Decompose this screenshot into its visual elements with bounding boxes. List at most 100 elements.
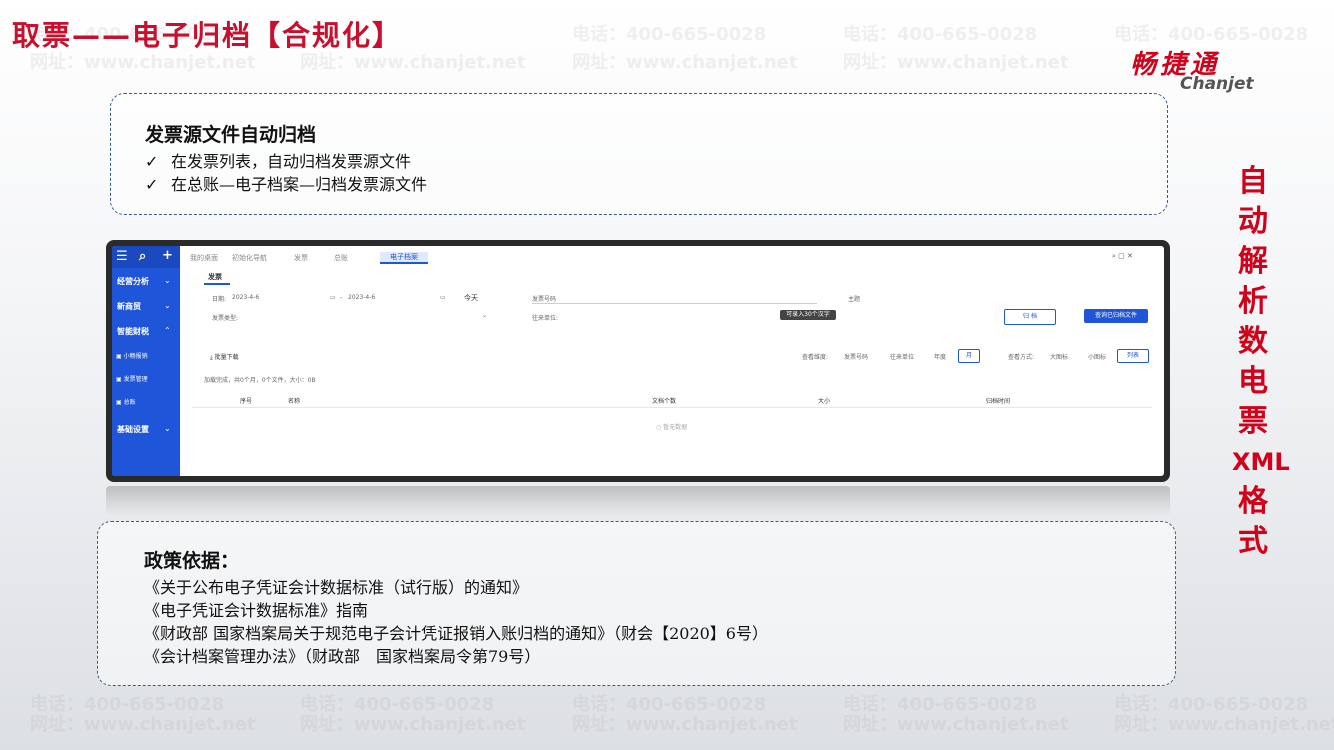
chevron-up-icon: ⌃ xyxy=(164,326,171,335)
watermark-phone: 电话：400-665-0028 xyxy=(30,694,225,715)
view-dim-label: 查看维度: xyxy=(802,354,829,361)
batch-download-button[interactable]: ⤓ 批量下载 xyxy=(210,352,239,362)
view-dim-month[interactable]: 月 xyxy=(958,349,980,363)
policy-line: 《电子凭证会计数据标准》指南 xyxy=(144,601,369,620)
chevron-down-icon: ⌄ xyxy=(164,301,171,310)
vertical-label: 自 动 解 析 数 电 票 XML 格 式 xyxy=(1232,162,1290,562)
view-dim-partner[interactable]: 往来单位 xyxy=(890,352,914,361)
sidebar-item-invoice[interactable]: ▣ 发票管理 xyxy=(116,374,148,383)
policy-basis-box: 政策依据： 《关于公布电子凭证会计数据标准（试行版）的通知》 《电子凭证会计数据… xyxy=(97,521,1176,686)
watermark-phone: 电话：400-665-0028 xyxy=(572,694,767,715)
sidebar-group-finance[interactable]: 智能财税 xyxy=(117,326,149,337)
menu-icon[interactable]: ☰ xyxy=(116,249,128,264)
check-icon: ✓ xyxy=(145,175,159,194)
date-separator: - xyxy=(340,294,343,301)
watermark-site: 网址：www.chanjet.net xyxy=(30,714,256,735)
col-name[interactable]: 名称 xyxy=(288,396,300,405)
watermark-phone: 电话：400-665-0028 xyxy=(1114,694,1309,715)
sidebar-top: ☰ ⌕ + xyxy=(112,246,180,268)
add-icon[interactable]: + xyxy=(162,248,173,263)
tab-e-archive[interactable]: 电子档案 xyxy=(380,252,428,264)
vertical-char: 票 xyxy=(1238,404,1268,439)
watermark-site: 网址：www.chanjet.net xyxy=(572,714,798,735)
sidebar-item-expense[interactable]: ▣ 小畅报销 xyxy=(116,351,148,360)
invoice-type-label: 发票类型: xyxy=(212,315,239,322)
vertical-char: 析 xyxy=(1238,284,1268,319)
tooltip: 可录入30个汉字 xyxy=(780,310,836,320)
view-archived-button[interactable]: 查询已归档文件 xyxy=(1084,309,1148,323)
box2-title: 政策依据： xyxy=(144,550,240,572)
window-controls[interactable]: ⌕ ▢ ✕ xyxy=(1112,252,1133,261)
box1-item: ✓ 在总账—电子档案—归档发票源文件 xyxy=(145,175,428,194)
box1-title: 发票源文件自动归档 xyxy=(145,124,317,146)
subtab-invoice[interactable]: 发票 xyxy=(208,272,222,282)
vertical-char: 动 xyxy=(1238,204,1268,239)
load-status: 加载完成，共0个月，0个文件，大小：0B xyxy=(204,377,316,384)
watermark-site: 网址：www.chanjet.net xyxy=(1114,714,1334,735)
vertical-char: 电 xyxy=(1238,364,1268,399)
col-archive-time[interactable]: 归档时间 xyxy=(986,396,1010,405)
watermark-phone: 电话：400-665-0028 xyxy=(572,24,767,45)
watermark-phone: 电话：400-665-0028 xyxy=(1114,24,1309,45)
chevron-down-icon: ⌄ xyxy=(164,424,171,433)
vertical-char: XML xyxy=(1232,448,1290,476)
tab-desktop[interactable]: 我的桌面 xyxy=(190,253,218,263)
tab-invoice[interactable]: 发票 xyxy=(294,253,308,263)
table-header-divider xyxy=(192,407,1152,408)
chevron-down-icon: ⌄ xyxy=(164,276,171,285)
subtab-underline xyxy=(204,283,230,285)
vertical-char: 解 xyxy=(1238,244,1268,279)
watermark-site: 网址：www.chanjet.net xyxy=(843,52,1069,73)
col-size[interactable]: 大小 xyxy=(818,396,830,405)
vertical-char: 格 xyxy=(1238,484,1268,519)
vertical-char: 式 xyxy=(1238,524,1268,559)
archive-feature-box: 发票源文件自动归档 ✓ 在发票列表，自动归档发票源文件 ✓ 在总账—电子档案—归档发… xyxy=(110,93,1168,215)
tab-init-nav[interactable]: 初始化导航 xyxy=(232,253,267,263)
watermark-phone: 电话：400-665-0028 xyxy=(300,694,495,715)
archive-button[interactable]: 归 档 xyxy=(1004,309,1056,325)
frame-reflection xyxy=(106,486,1170,516)
view-mode-large[interactable]: 大图标 xyxy=(1050,352,1068,361)
invoice-no-underline xyxy=(532,303,817,304)
chevron-down-icon[interactable]: ⌄ xyxy=(482,312,487,319)
policy-line: 《关于公布电子凭证会计数据标准（试行版）的通知》 xyxy=(144,578,529,597)
watermark-site: 网址：www.chanjet.net xyxy=(300,714,526,735)
date-label: 日期: xyxy=(212,296,227,303)
date-to-input[interactable]: 2023-4-6 xyxy=(348,294,375,301)
subject-input[interactable]: 主题 xyxy=(848,294,860,303)
chanjet-logo: 畅捷通 Chanjet xyxy=(1130,44,1270,94)
sidebar-group-analysis[interactable]: 经营分析 xyxy=(117,276,149,287)
empty-state: ○ 暂无数据 xyxy=(656,424,688,431)
slide-title: 取票——电子归档【合规化】 xyxy=(12,19,403,52)
calendar-icon[interactable]: ▭ xyxy=(330,294,336,301)
app-screen: ☰ ⌕ + 经营分析 ⌄ 新商贸 ⌄ 智能财税 ⌃ ▣ 小畅报销 ▣ 发票管理 … xyxy=(112,246,1164,476)
col-index: 序号 xyxy=(240,398,253,405)
partner-label: 往来单位: xyxy=(532,315,559,322)
calendar-icon[interactable]: ▭ xyxy=(440,294,446,301)
check-icon: ✓ xyxy=(145,152,159,171)
col-doc-count[interactable]: 文档个数 xyxy=(652,396,676,405)
sidebar-group-settings[interactable]: 基础设置 xyxy=(117,424,149,435)
tab-ledger[interactable]: 总账 xyxy=(334,253,348,263)
date-preset-select[interactable]: 今天 xyxy=(464,293,478,303)
vertical-char: 数 xyxy=(1238,324,1268,359)
view-dim-invoice-no[interactable]: 发票号码 xyxy=(844,352,868,361)
app-screenshot-frame: ☰ ⌕ + 经营分析 ⌄ 新商贸 ⌄ 智能财税 ⌃ ▣ 小畅报销 ▣ 发票管理 … xyxy=(106,240,1170,482)
view-mode-label: 查看方式: xyxy=(1008,354,1035,361)
view-mode-list[interactable]: 列表 xyxy=(1117,349,1149,363)
invoice-no-input[interactable]: 发票号码 xyxy=(532,294,556,303)
watermark-phone: 电话：400-665-0028 xyxy=(843,694,1038,715)
box1-item: ✓ 在发票列表，自动归档发票源文件 xyxy=(145,152,412,171)
view-mode-small[interactable]: 小图标 xyxy=(1088,352,1106,361)
logo-en: Chanjet xyxy=(1180,74,1254,94)
sidebar-item-ledger[interactable]: ▣ 总账 xyxy=(116,397,136,406)
date-from-input[interactable]: 2023-4-6 xyxy=(232,294,259,301)
watermark-phone: 电话：400-665-0028 xyxy=(843,24,1038,45)
view-dim-year[interactable]: 年度 xyxy=(934,352,946,361)
policy-line: 《会计档案管理办法》（财政部 国家档案局令第79号） xyxy=(144,647,541,666)
sidebar: ☰ ⌕ + 经营分析 ⌄ 新商贸 ⌄ 智能财税 ⌃ ▣ 小畅报销 ▣ 发票管理 … xyxy=(112,246,180,476)
vertical-char: 自 xyxy=(1238,164,1268,199)
sidebar-group-trade[interactable]: 新商贸 xyxy=(117,301,141,312)
policy-line: 《财政部 国家档案局关于规范电子会计凭证报销入账归档的通知》（财会【2020】6… xyxy=(144,624,768,643)
search-icon[interactable]: ⌕ xyxy=(139,249,146,264)
